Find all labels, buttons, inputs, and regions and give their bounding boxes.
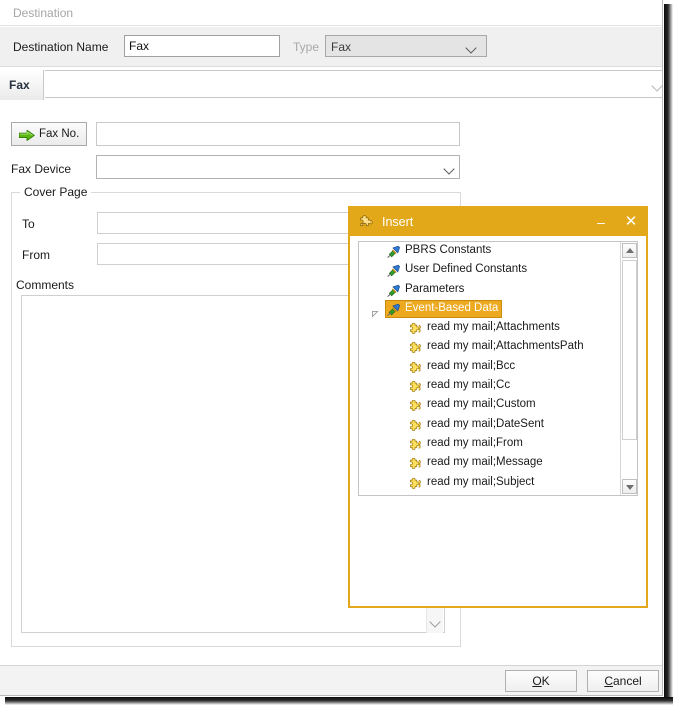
tree-item[interactable]: read my mail;Bcc [359, 358, 637, 377]
fax-no-input[interactable] [96, 122, 460, 146]
window-shadow-right [664, 4, 673, 704]
fax-device-label: Fax Device [11, 162, 71, 176]
insert-dialog: Insert – ✕ PBRS Constants User Defined Co… [348, 206, 648, 608]
tree-item[interactable]: read my mail;Subject [359, 474, 637, 493]
scroll-down-icon[interactable] [622, 479, 637, 494]
tree-item[interactable]: Parameters [359, 281, 637, 300]
insert-list-scrollbar[interactable] [620, 242, 637, 495]
chevron-down-icon[interactable] [431, 618, 440, 624]
dialog-footer: OK Cancel [0, 665, 663, 696]
type-select-value: Fax [331, 40, 351, 54]
from-label: From [22, 248, 50, 262]
insert-dialog-titlebar[interactable]: Insert – ✕ [350, 208, 646, 236]
triangle-up-icon [626, 248, 634, 253]
tree-item[interactable]: read my mail;AttachmentsPath [359, 338, 637, 357]
page-title: Destination [13, 6, 73, 20]
ok-rest: K [542, 674, 550, 688]
insert-tree-items: PBRS Constants User Defined Constants Para… [359, 242, 637, 493]
tree-item-label: Event-Based Data [405, 302, 498, 314]
puzzle-icon [409, 438, 423, 451]
tab-fax[interactable]: Fax [0, 70, 44, 100]
tree-item-label: Parameters [405, 283, 464, 295]
tree-item-label: read my mail;Bcc [427, 360, 515, 372]
puzzle-icon [409, 322, 423, 335]
cancel-accel: C [604, 674, 613, 688]
destination-name-strip: Destination Name Type Fax [0, 27, 663, 67]
triangle-down-icon [626, 485, 634, 490]
scrollbar-thumb[interactable] [622, 260, 637, 440]
tree-item[interactable]: PBRS Constants [359, 242, 637, 261]
tree-item[interactable]: User Defined Constants [359, 261, 637, 280]
close-icon[interactable]: ✕ [620, 212, 642, 232]
puzzle-icon [409, 419, 423, 432]
pin-icon [387, 284, 401, 297]
destination-name-input[interactable] [124, 35, 280, 57]
puzzle-icon [409, 399, 423, 412]
destination-name-label: Destination Name [13, 40, 108, 54]
tree-item[interactable]: read my mail;Message [359, 454, 637, 473]
chevron-down-icon [467, 44, 476, 50]
pin-icon [387, 303, 401, 316]
cancel-button[interactable]: Cancel [587, 670, 659, 692]
tree-item-label: read my mail;Subject [427, 476, 534, 488]
to-label: To [22, 217, 35, 231]
ok-button[interactable]: OK [505, 670, 577, 692]
puzzle-icon [409, 341, 423, 354]
tree-item-label: User Defined Constants [405, 263, 527, 275]
tab-strip: Fax [0, 68, 663, 100]
tree-item[interactable]: Event-Based Data [359, 300, 637, 319]
tree-item-label: read my mail;DateSent [427, 418, 544, 430]
tree-item[interactable]: read my mail;DateSent [359, 416, 637, 435]
collapse-arrow-icon[interactable] [372, 307, 379, 314]
pin-icon [387, 245, 401, 258]
window-shadow-bottom [5, 697, 673, 705]
tree-item[interactable]: read my mail;Cc [359, 377, 637, 396]
cover-page-legend: Cover Page [20, 185, 91, 199]
tree-item-label: read my mail;From [427, 437, 523, 449]
pin-icon [387, 264, 401, 277]
green-arrow-icon [19, 130, 35, 141]
tree-item-label: read my mail;Message [427, 456, 543, 468]
type-label: Type [293, 40, 319, 54]
puzzle-icon [409, 380, 423, 393]
scroll-up-icon[interactable] [622, 243, 637, 258]
destination-header: Destination [0, 0, 663, 26]
tree-item-label: read my mail;Custom [427, 398, 536, 410]
tree-item-label: read my mail;Attachments [427, 321, 560, 333]
tab-strip-filler [45, 70, 663, 98]
cancel-rest: ancel [613, 674, 642, 688]
fax-no-button-label: Fax No. [39, 128, 79, 140]
chevron-down-icon [445, 165, 454, 171]
tab-overflow-chevron-icon[interactable] [653, 82, 662, 88]
tree-item-label: read my mail;Cc [427, 379, 510, 391]
tree-item[interactable]: read my mail;Attachments [359, 319, 637, 338]
tree-item-label: PBRS Constants [405, 244, 491, 256]
comments-label: Comments [16, 278, 74, 292]
fax-device-select[interactable] [96, 155, 460, 179]
tree-item[interactable]: read my mail;From [359, 435, 637, 454]
puzzle-icon [409, 477, 423, 490]
ok-accel: O [532, 674, 541, 688]
fax-no-button[interactable]: Fax No. [11, 122, 87, 146]
insert-dialog-title: Insert [382, 215, 413, 229]
puzzle-icon [409, 361, 423, 374]
puzzle-icon [409, 457, 423, 470]
minimize-icon[interactable]: – [590, 212, 612, 232]
tab-fax-label: Fax [9, 78, 30, 92]
puzzle-piece-icon [359, 214, 375, 230]
type-select[interactable]: Fax [325, 35, 487, 57]
tree-item[interactable]: read my mail;Custom [359, 396, 637, 415]
insert-tree-listbox[interactable]: PBRS Constants User Defined Constants Para… [358, 241, 638, 496]
tree-item-label: read my mail;AttachmentsPath [427, 340, 584, 352]
